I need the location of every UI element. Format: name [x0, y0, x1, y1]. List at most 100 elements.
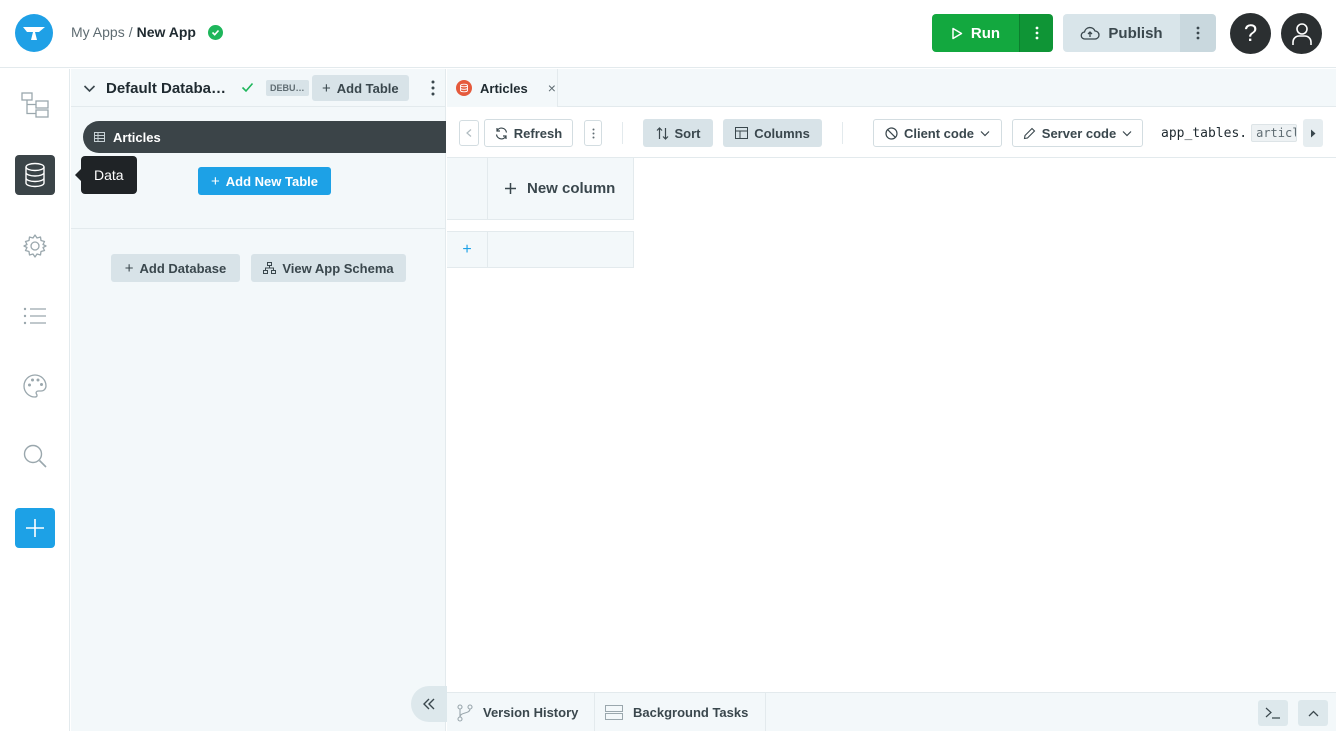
table-options-button[interactable] [584, 120, 602, 146]
search-icon[interactable] [15, 436, 55, 476]
server-code-dropdown[interactable]: Server code [1012, 119, 1143, 147]
publish-label: Publish [1108, 24, 1163, 42]
add-table-button[interactable]: + Add Table [312, 75, 409, 101]
help-icon: ? [1243, 19, 1258, 47]
python-table-reference[interactable]: app_tables. articles [1161, 124, 1298, 142]
plus-icon: + [124, 259, 134, 277]
background-tasks-label: Background Tasks [633, 705, 749, 720]
version-history-label: Version History [483, 705, 579, 720]
add-table-label: Add Table [336, 80, 399, 96]
tab-articles[interactable]: Articles × [447, 69, 558, 107]
palette-icon[interactable] [15, 366, 55, 406]
kebab-icon [592, 128, 594, 138]
git-branch-icon [457, 703, 473, 722]
user-avatar[interactable] [1281, 13, 1322, 54]
terminal-icon [1265, 707, 1280, 719]
publish-button-group: Publish [1063, 14, 1216, 52]
table-item-articles[interactable]: Articles [83, 121, 446, 153]
add-component-button[interactable] [15, 508, 55, 548]
database-header: Default Databa… DEBU… + Add Table [71, 69, 446, 107]
view-app-schema-label: View App Schema [282, 260, 394, 276]
top-bar: My Apps / New App Run Publish ? [0, 0, 1336, 68]
bottom-bar: Version History Background Tasks [447, 692, 1336, 731]
add-row-button[interactable]: + [447, 231, 488, 268]
debug-badge[interactable]: DEBU… [266, 80, 309, 96]
caret-right-icon [1311, 129, 1316, 137]
columns-label: Columns [754, 125, 810, 141]
chevron-up-icon [1308, 710, 1318, 716]
terminal-button[interactable] [1258, 700, 1288, 726]
publish-options-button[interactable] [1180, 14, 1216, 52]
kebab-icon [1035, 26, 1038, 40]
columns-button[interactable]: Columns [723, 119, 822, 147]
scroll-right-button[interactable] [1303, 119, 1323, 147]
add-new-table-button[interactable]: + Add New Table [198, 167, 331, 195]
app-name[interactable]: New App [137, 24, 196, 40]
add-database-label: Add Database [139, 260, 227, 276]
tab-label: Articles [480, 80, 528, 96]
anvil-logo-icon[interactable] [15, 14, 53, 52]
add-database-button[interactable]: + Add Database [111, 254, 240, 282]
saved-check-icon [207, 24, 223, 40]
collapse-panel-button[interactable] [411, 686, 447, 722]
sort-button[interactable]: Sort [643, 119, 713, 147]
help-button[interactable]: ? [1230, 13, 1271, 54]
server-code-label: Server code [1041, 125, 1117, 141]
sort-icon [656, 126, 668, 140]
check-icon [241, 82, 254, 93]
refresh-label: Refresh [513, 125, 563, 141]
database-table-icon [456, 80, 472, 96]
chevron-down-icon [980, 130, 990, 136]
cloud-upload-icon [1081, 26, 1101, 40]
gear-icon[interactable] [15, 226, 55, 266]
run-options-button[interactable] [1019, 14, 1053, 52]
schema-icon [263, 262, 277, 274]
panel-divider [71, 228, 446, 229]
no-access-icon [885, 126, 898, 140]
publish-button[interactable]: Publish [1063, 14, 1180, 52]
refresh-button[interactable]: Refresh [484, 119, 573, 147]
chevron-down-icon[interactable] [83, 82, 96, 95]
view-app-schema-button[interactable]: View App Schema [251, 254, 406, 282]
close-icon[interactable]: × [548, 80, 556, 96]
table-toolbar: Refresh Sort Columns Client code Server … [447, 108, 1336, 158]
background-tasks-tab[interactable]: Background Tasks [595, 693, 766, 731]
kebab-icon [431, 80, 435, 96]
client-code-dropdown[interactable]: Client code [873, 119, 1002, 147]
plus-icon: + [322, 79, 331, 97]
client-code-label: Client code [903, 125, 975, 141]
chevron-left-icon [466, 129, 472, 137]
table-item-label: Articles [113, 129, 161, 145]
toolbar-divider [622, 122, 623, 144]
breadcrumb-my-apps[interactable]: My Apps [71, 24, 125, 40]
sort-label: Sort [674, 125, 701, 141]
user-icon [1291, 22, 1312, 45]
new-column-button[interactable]: New column [488, 158, 634, 220]
database-menu-button[interactable] [427, 77, 439, 99]
add-row-cell[interactable] [488, 231, 634, 268]
list-icon[interactable] [15, 296, 55, 336]
code-table-var: articles [1251, 124, 1298, 142]
data-tooltip: Data [75, 156, 137, 194]
chevron-down-icon [1122, 130, 1132, 136]
run-label: Run [970, 24, 1001, 42]
play-icon [952, 27, 963, 39]
database-name[interactable]: Default Databa… [106, 80, 226, 97]
double-chevron-left-icon [423, 698, 435, 710]
plus-icon [505, 183, 516, 194]
editor-tab-bar: Articles × [447, 69, 1336, 107]
pencil-icon [1023, 127, 1036, 139]
code-prefix: app_tables. [1161, 125, 1248, 141]
database-icon[interactable] [15, 155, 55, 195]
side-rail [0, 69, 70, 731]
breadcrumb-separator: / [128, 24, 133, 40]
tasks-icon [605, 705, 623, 720]
breadcrumb: My Apps / New App [71, 24, 223, 40]
app-window: My Apps / New App Run Publish ? Data Def… [0, 0, 1336, 731]
expand-panel-button[interactable] [1298, 700, 1328, 726]
run-button[interactable]: Run [932, 14, 1019, 52]
app-browser-icon[interactable] [15, 85, 55, 125]
version-history-tab[interactable]: Version History [447, 693, 595, 731]
scroll-left-button[interactable] [459, 120, 479, 146]
kebab-icon [1196, 26, 1200, 40]
